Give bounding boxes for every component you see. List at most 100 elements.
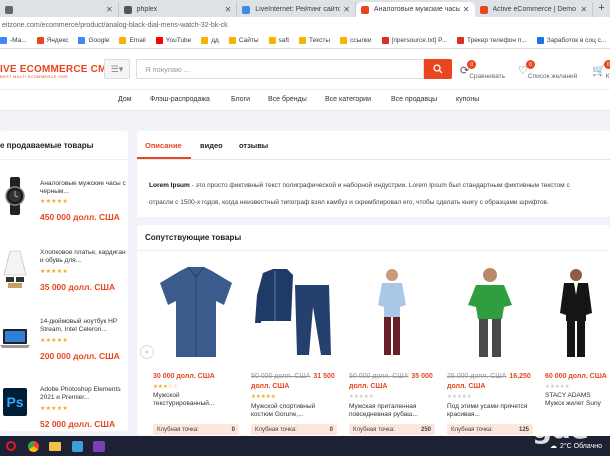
nav-item-flash-sale[interactable]: Флэш-распродажа <box>150 96 210 103</box>
product-name[interactable]: Мужской спортивный костюм Gorune,... <box>251 403 339 419</box>
address-bar[interactable]: eitzone.com/ecommerce/product/analog-bla… <box>0 17 610 33</box>
old-price: 25 000 долл. США <box>447 373 507 380</box>
close-icon[interactable]: ✕ <box>343 5 350 14</box>
bookmark-item[interactable]: дд <box>201 37 219 44</box>
cart-link[interactable]: 🛒 0 К <box>592 60 610 80</box>
bookmark-item[interactable]: [ripersource.txt] P... <box>381 37 447 44</box>
watch-image[interactable] <box>0 176 30 216</box>
bookmark-item[interactable]: Тексты <box>299 37 330 44</box>
product-name[interactable]: Хлопковое платье, кардиган и обувь для..… <box>40 249 126 265</box>
app-icon[interactable] <box>66 436 88 456</box>
old-price: 50 000 долл. США <box>251 373 311 380</box>
product-card[interactable]: 60 000 долл. США ★★★★★ STACY ADAMS Мужск… <box>541 258 610 438</box>
tab-reviews[interactable]: отзывы <box>239 141 268 150</box>
bookmark-item[interactable]: Google <box>78 37 109 44</box>
laptop-image[interactable] <box>0 318 30 358</box>
nav-item-coupons[interactable]: купоны <box>456 96 479 103</box>
search-input[interactable]: Я покупаю ... <box>136 59 424 79</box>
bookmark-icon <box>201 37 209 44</box>
product-card[interactable]: 30 000 долл. США ★★★☆☆ Мужской текстурир… <box>149 258 243 438</box>
close-icon[interactable]: ✕ <box>225 5 232 14</box>
man-shirt-image[interactable] <box>345 258 439 366</box>
product-name[interactable]: Мужской текстурированный... <box>153 392 241 408</box>
browser-tab-0[interactable]: ✕ <box>0 2 119 17</box>
new-tab-button[interactable]: + <box>593 2 610 17</box>
photoshop-image[interactable]: Ps <box>0 382 30 422</box>
product-card[interactable]: 50 000 долл. США 35 000 долл. США ★★★★★ М… <box>345 258 439 438</box>
media-icon[interactable] <box>88 436 110 456</box>
bookmark-item[interactable]: Трекeр телефон п... <box>457 37 527 44</box>
tab-title: Аналоговые мужские часы с че <box>373 6 460 13</box>
product-name[interactable]: Мужская приталенная повседневная рубаш..… <box>349 403 437 419</box>
cart-label: К <box>605 73 610 80</box>
nav-item-categories[interactable]: Все категории <box>325 96 371 103</box>
related-title: Сопутствующие товары <box>145 233 242 242</box>
dress-image[interactable] <box>0 249 30 289</box>
bookmark-item[interactable]: Яндекс <box>36 37 68 44</box>
bookmark-label: ссылки <box>350 37 372 44</box>
club-points: Клубная точка: 125 <box>447 424 533 435</box>
tab-title: LiveInternet: Рейтинг сайтов <box>255 6 341 13</box>
tracksuit-image[interactable] <box>247 258 341 366</box>
heart-icon: ♡ 0 <box>518 60 535 77</box>
tab-title: phplex <box>136 6 158 13</box>
nav-item-sellers[interactable]: Все продавцы <box>391 96 437 103</box>
watermark-logo: gde <box>532 412 589 445</box>
product-card[interactable]: 25 000 долл. США 16,250 долл. США ★★★★★ П… <box>443 258 537 438</box>
bookmark-item[interactable]: Сайты <box>228 37 259 44</box>
nav-item-home[interactable]: Дом <box>118 96 132 103</box>
browser-tab-4[interactable]: Active eCommerce | Demo of Ac✕ <box>475 2 594 17</box>
chrome-icon[interactable] <box>22 436 44 456</box>
description-text: Lorem Ipsum - это просто фиктивный текст… <box>149 177 610 211</box>
compare-link[interactable]: ⟳ 0 Сравнивать <box>460 60 505 80</box>
close-icon[interactable]: ✕ <box>580 5 587 14</box>
search-button[interactable] <box>424 59 452 79</box>
nav-item-blogs[interactable]: Блоги <box>231 96 250 103</box>
search-icon <box>433 64 443 74</box>
bookmark-item[interactable]: Email <box>119 37 146 44</box>
opera-icon[interactable] <box>0 436 22 456</box>
close-icon[interactable]: ✕ <box>106 5 113 14</box>
old-price: 50 000 долл. США <box>349 373 409 380</box>
tab-description[interactable]: Описание <box>145 141 182 150</box>
product-price: 60 000 долл. США <box>545 372 610 382</box>
bookmark-item[interactable]: -Ma... <box>0 37 27 44</box>
bookmark-icon <box>78 37 86 44</box>
browser-tab-3[interactable]: Аналоговые мужские часы с че✕ <box>355 2 475 17</box>
tab-divider <box>137 159 610 160</box>
logo-tagline: BEST MULTI ECOMMERCE CMS <box>0 74 68 79</box>
wishlist-link[interactable]: ♡ 0 Список желаний <box>518 60 577 80</box>
product-name[interactable]: 14-дюймовый ноутбук HP Stream, Intel Cel… <box>40 318 126 334</box>
browser-tab-2[interactable]: LiveInternet: Рейтинг сайтов ✕ <box>237 2 356 17</box>
nav-item-brands[interactable]: Все бренды <box>268 96 307 103</box>
current-price: 60 000 долл. США <box>545 373 607 380</box>
bookmark-item[interactable]: saft <box>268 37 289 44</box>
rating-stars: ★★★★★ <box>40 269 68 275</box>
weather-widget[interactable]: ☁ 2°C Облачно <box>550 442 602 451</box>
bookmark-item[interactable]: Заработок в соц с... <box>536 37 606 44</box>
shirt-image[interactable] <box>149 258 243 366</box>
product-card[interactable]: 50 000 долл. США 31 500 долл. США ★★★★★ М… <box>247 258 341 438</box>
tab-video[interactable]: видео <box>200 141 223 150</box>
bookmark-item[interactable]: YouTube <box>155 37 192 44</box>
man-suit-image[interactable] <box>541 258 610 366</box>
close-icon[interactable]: ✕ <box>463 5 470 14</box>
carousel-prev-button[interactable]: ‹ <box>140 345 154 359</box>
product-name[interactable]: Adobe Photoshop Elements 2021 и Premier.… <box>40 386 126 402</box>
bookmark-icon <box>268 37 276 44</box>
browser-tab-1[interactable]: phplex ✕ <box>119 2 238 17</box>
bookmark-label: YouTube <box>165 37 192 44</box>
product-name[interactable]: Аналоговые мужские часы с черным... <box>40 180 126 196</box>
product-name[interactable]: STACY ADAMS Мужск жилет Suny <box>545 392 610 408</box>
folder-icon[interactable] <box>44 436 66 456</box>
bookmark-item[interactable]: ссылки <box>340 37 372 44</box>
browser-tab-bar: ✕ phplex ✕ LiveInternet: Рейтинг сайтов ✕ … <box>0 0 610 17</box>
club-value: 125 <box>518 426 529 433</box>
club-label: Клубная точка: <box>451 426 493 433</box>
product-name[interactable]: Под этими усами прячется красивая... <box>447 403 535 419</box>
tab-favicon-icon <box>123 5 132 14</box>
url-text[interactable]: eitzone.com/ecommerce/product/analog-bla… <box>2 22 228 29</box>
man-tshirt-image[interactable] <box>443 258 537 366</box>
rating-stars: ★★★★★ <box>40 406 68 412</box>
category-menu-button[interactable]: ☰▾ <box>104 59 130 79</box>
